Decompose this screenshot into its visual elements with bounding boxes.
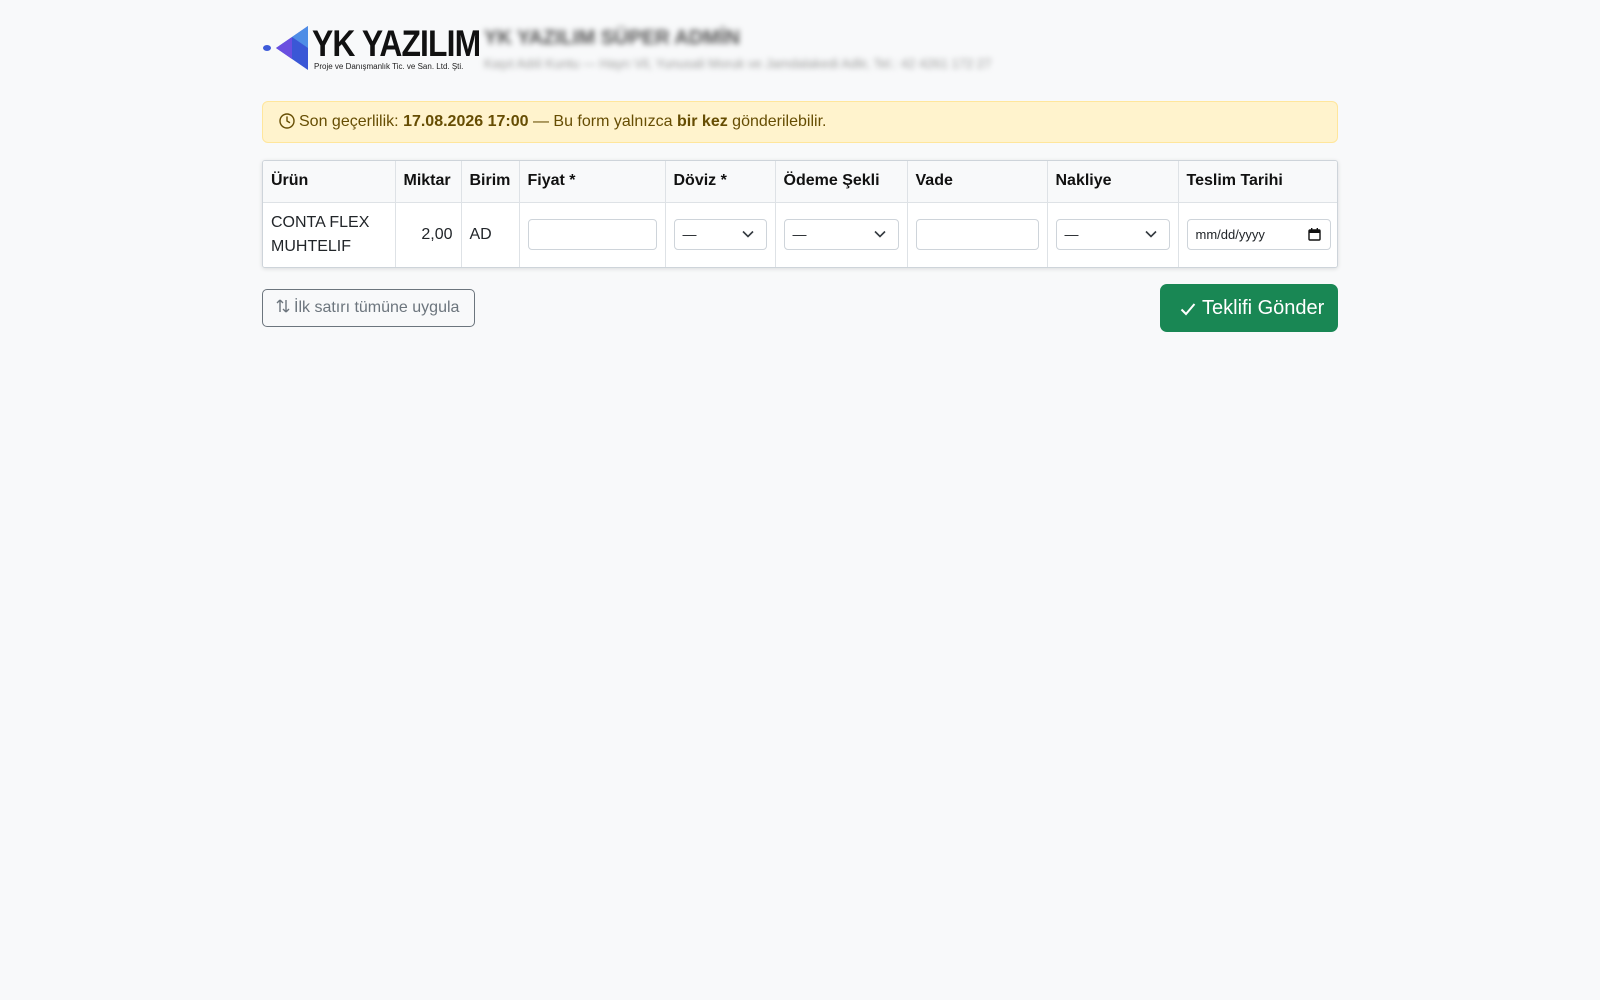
cell-term	[907, 202, 1048, 267]
company-info: Kaşıt Adıli Kuntu — Hayrı Vil, Yunusali …	[484, 56, 992, 71]
header-shipping: Nakliye	[1047, 161, 1179, 203]
term-input[interactable]	[915, 219, 1039, 251]
header-price: Fiyat *	[519, 161, 666, 203]
quote-table-container: Ürün Miktar Birim Fiyat * Döviz * Ödeme …	[262, 160, 1338, 268]
payment-select[interactable]: —	[783, 219, 899, 251]
currency-select-value: —	[682, 226, 697, 243]
company-details: YK YAZILIM SÜPER ADMİN Kaşıt Adıli Kuntu…	[484, 24, 991, 71]
logo-title: YK YAZILIM	[312, 23, 481, 64]
header-unit: Birim	[461, 161, 520, 203]
submit-offer-label: Teklifi Gönder	[1202, 297, 1325, 319]
table-row: CONTA FLEX MUHTELIF 2,00 AD — — — mm/dd/…	[263, 202, 1337, 267]
chevron-down-icon	[873, 231, 886, 238]
delivery-date-placeholder: mm/dd/yyyy	[1195, 227, 1265, 243]
alert-deadline: 17.08.2026 17:00	[403, 113, 529, 130]
deadline-alert: Son geçerlilik: 17.08.2026 17:00 — Bu fo…	[262, 101, 1338, 143]
cell-unit: AD	[461, 202, 520, 267]
swap-vertical-icon	[276, 299, 290, 313]
delivery-date-input[interactable]: mm/dd/yyyy	[1186, 219, 1331, 251]
apply-first-row-label: İlk satırı tümüne uygula	[294, 299, 460, 316]
price-input[interactable]	[527, 219, 657, 251]
currency-select[interactable]: —	[673, 219, 767, 251]
header-payment: Ödeme Şekli	[775, 161, 908, 203]
alert-emphasis: bir kez	[677, 113, 728, 130]
calendar-icon[interactable]	[1308, 228, 1321, 241]
shipping-select[interactable]: —	[1055, 219, 1170, 251]
cell-quantity: 2,00	[395, 202, 462, 267]
alert-middle: — Bu form yalnızca	[532, 113, 673, 130]
cell-delivery-date: mm/dd/yyyy	[1178, 202, 1337, 267]
logo-mark-icon	[263, 26, 308, 70]
quote-table: Ürün Miktar Birim Fiyat * Döviz * Ödeme …	[263, 161, 1337, 267]
cell-payment: —	[775, 202, 908, 267]
clock-icon	[279, 113, 295, 129]
cell-product: CONTA FLEX MUHTELIF	[263, 202, 396, 267]
payment-select-value: —	[792, 226, 807, 243]
header-currency: Döviz *	[665, 161, 776, 203]
chevron-down-icon	[1144, 231, 1157, 238]
header-product: Ürün	[263, 161, 396, 203]
chevron-down-icon	[741, 231, 754, 238]
company-logo: YK YAZILIM Proje ve Danışmanlık Tic. ve …	[262, 22, 481, 74]
alert-prefix: Son geçerlilik:	[299, 113, 399, 130]
header-term: Vade	[907, 161, 1048, 203]
apply-first-row-button[interactable]: İlk satırı tümüne uygula	[262, 289, 475, 327]
company-name: YK YAZILIM SÜPER ADMİN	[484, 27, 740, 49]
header-quantity: Miktar	[395, 161, 462, 203]
page-header: YK YAZILIM Proje ve Danışmanlık Tic. ve …	[262, 22, 1338, 78]
shipping-select-value: —	[1064, 226, 1079, 243]
submit-offer-button[interactable]: Teklifi Gönder	[1160, 284, 1338, 332]
header-delivery-date: Teslim Tarihi	[1178, 161, 1337, 203]
logo-subtitle: Proje ve Danışmanlık Tic. ve San. Ltd. Ş…	[314, 62, 464, 71]
cell-currency: —	[665, 202, 776, 267]
table-header-row: Ürün Miktar Birim Fiyat * Döviz * Ödeme …	[263, 161, 1337, 203]
cell-shipping: —	[1047, 202, 1179, 267]
alert-suffix: gönderilebilir.	[732, 113, 827, 130]
check-icon	[1180, 303, 1196, 316]
cell-price	[519, 202, 666, 267]
